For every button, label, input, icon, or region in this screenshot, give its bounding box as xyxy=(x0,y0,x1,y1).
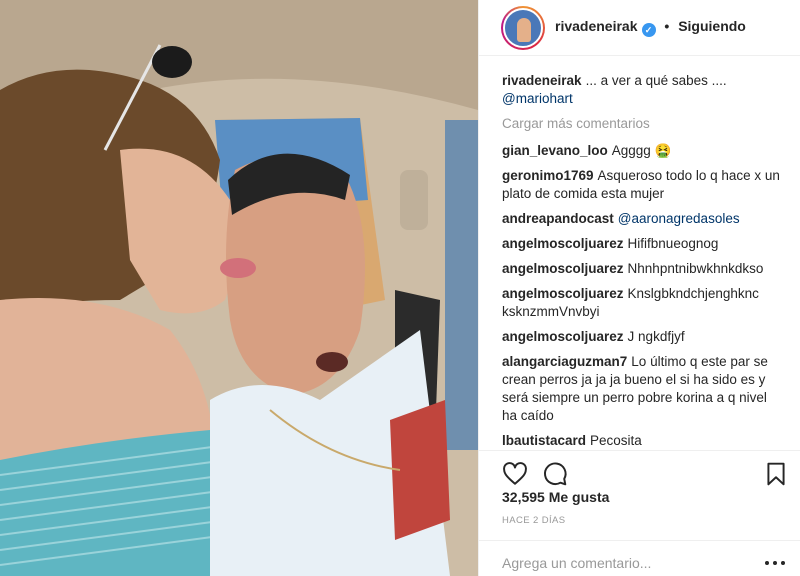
comment-username[interactable]: geronimo1769 xyxy=(502,168,594,183)
comment-username[interactable]: angelmoscoljuarez xyxy=(502,261,624,276)
following-button[interactable]: Siguiendo xyxy=(678,18,746,34)
comment-item: alangarciaguzman7 Lo último q este par se… xyxy=(502,353,785,425)
comment-item: andreapandocast @aaronagredasoles xyxy=(502,210,785,228)
separator-dot: • xyxy=(664,18,670,34)
post-photo[interactable] xyxy=(0,0,478,576)
add-comment-bar xyxy=(479,540,800,576)
author-username[interactable]: rivadeneirak xyxy=(555,18,638,34)
comment-item: angelmoscoljuarez Knslgbkndchjenghknc ksk… xyxy=(502,285,785,321)
comment-username[interactable]: gian_levano_loo xyxy=(502,143,608,158)
verified-badge-icon: ✓ xyxy=(641,23,656,37)
comment-item: angelmoscoljuarez Nhnhpntnibwkhnkdkso xyxy=(502,260,785,278)
post-timestamp[interactable]: HACE 2 DÍAS xyxy=(502,515,566,526)
post-header: rivadeneirak ✓ • Siguiendo xyxy=(479,0,800,56)
heart-icon[interactable] xyxy=(502,461,528,487)
comment-item: angelmoscoljuarez J ngkdfjyf xyxy=(502,328,785,346)
comment-item: lbautistacard Pecosita xyxy=(502,432,785,450)
caption-mention[interactable]: @mariohart xyxy=(502,91,573,106)
action-bar xyxy=(479,450,800,490)
caption-username[interactable]: rivadeneirak xyxy=(502,73,582,88)
add-comment-input[interactable] xyxy=(502,554,765,571)
more-options-icon[interactable] xyxy=(765,559,785,567)
comment-item: angelmoscoljuarez Hififbnueognog xyxy=(502,235,785,253)
avatar-image xyxy=(503,7,543,48)
comment-username[interactable]: alangarciaguzman7 xyxy=(502,354,627,369)
bookmark-icon[interactable] xyxy=(763,461,789,487)
post-sidebar: rivadeneirak ✓ • Siguiendo rivadeneirak..… xyxy=(478,0,800,576)
caption: rivadeneirak... a ver a qué sabes .... @… xyxy=(502,72,785,108)
comment-item: geronimo1769 Asqueroso todo lo q hace x u… xyxy=(502,167,785,203)
comment-username[interactable]: angelmoscoljuarez xyxy=(502,329,624,344)
comment-username[interactable]: angelmoscoljuarez xyxy=(502,236,624,251)
likes-count[interactable]: 32,595 Me gusta xyxy=(502,489,609,505)
comment-item: gian_levano_loo Agggg 🤮 xyxy=(502,142,785,160)
comment-username[interactable]: lbautistacard xyxy=(502,433,586,448)
comment-text: Agggg 🤮 xyxy=(611,143,672,158)
comment-bubble-icon[interactable] xyxy=(542,461,568,487)
comment-text: J ngkdfjyf xyxy=(627,329,685,344)
comment-text: Pecosita xyxy=(590,433,642,448)
post-image xyxy=(0,0,478,576)
comment-username[interactable]: andreapandocast xyxy=(502,211,614,226)
load-more-comments-button[interactable]: Cargar más comentarios xyxy=(502,115,785,133)
comment-username[interactable]: angelmoscoljuarez xyxy=(502,286,624,301)
comment-text: Hififbnueognog xyxy=(627,236,719,251)
comment-mention[interactable]: @aaronagredasoles xyxy=(618,211,740,226)
comment-text: Nhnhpntnibwkhnkdkso xyxy=(627,261,764,276)
caption-text: ... a ver a qué sabes .... xyxy=(585,73,727,88)
comments-list[interactable]: rivadeneirak... a ver a qué sabes .... @… xyxy=(479,72,800,450)
author-avatar[interactable] xyxy=(501,5,545,50)
